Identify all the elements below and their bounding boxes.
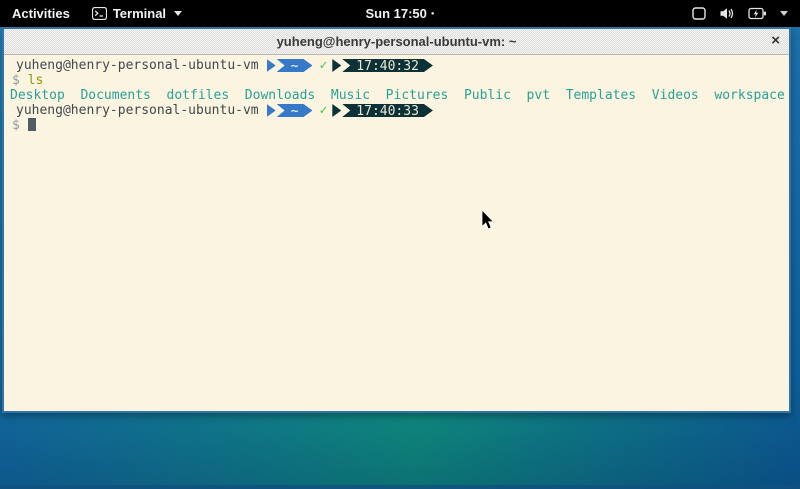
prompt-time-segment: 17:40:32: [342, 59, 433, 72]
prompt-path-segment: ~: [277, 104, 313, 117]
terminal-icon: [92, 7, 107, 20]
app-menu-terminal[interactable]: Terminal: [92, 6, 182, 21]
command-line-2: $: [8, 118, 785, 133]
clock-button[interactable]: Sun 17:50 ●: [365, 6, 434, 21]
terminal-content[interactable]: yuheng@henry-personal-ubuntu-vm ~ ✓ 17:4…: [4, 55, 789, 136]
close-button[interactable]: ×: [771, 31, 780, 51]
exit-status-check-icon: ✓: [319, 58, 327, 73]
text-cursor: [28, 118, 36, 131]
prompt-line-1: yuheng@henry-personal-ubuntu-vm ~ ✓ 17:4…: [8, 58, 785, 73]
notification-dot: ●: [431, 11, 435, 17]
typed-command: ls: [28, 73, 44, 88]
prompt-user-host: yuheng@henry-personal-ubuntu-vm: [16, 58, 259, 73]
window-title: yuheng@henry-personal-ubuntu-vm: ~: [277, 34, 517, 49]
ls-output: Desktop Documents dotfiles Downloads Mus…: [8, 88, 785, 103]
chevron-down-icon: [174, 11, 182, 16]
prompt-symbol: $: [8, 118, 20, 133]
system-status-area[interactable]: [692, 7, 800, 20]
powerline-separator-icon: [267, 104, 276, 117]
screen-share-icon: [692, 7, 706, 20]
volume-icon: [719, 7, 735, 20]
command-line-1: $ ls: [8, 73, 785, 88]
terminal-window: yuheng@henry-personal-ubuntu-vm: ~ × yuh…: [2, 27, 791, 413]
powerline-separator-icon: [332, 59, 341, 72]
clock-label: Sun 17:50: [365, 6, 426, 21]
prompt-symbol: $: [8, 73, 20, 88]
window-titlebar[interactable]: yuheng@henry-personal-ubuntu-vm: ~ ×: [4, 29, 789, 55]
powerline-separator-icon: [332, 104, 341, 117]
screen-bottom-edge: [0, 485, 800, 489]
app-menu-label: Terminal: [113, 6, 166, 21]
prompt-line-2: yuheng@henry-personal-ubuntu-vm ~ ✓ 17:4…: [8, 103, 785, 118]
powerline-separator-icon: [267, 59, 276, 72]
prompt-user-host: yuheng@henry-personal-ubuntu-vm: [16, 103, 259, 118]
prompt-path-segment: ~: [277, 59, 313, 72]
exit-status-check-icon: ✓: [319, 103, 327, 118]
chevron-down-icon: [780, 11, 788, 16]
battery-charging-icon: [748, 7, 767, 20]
prompt-time-segment: 17:40:33: [342, 104, 433, 117]
activities-button[interactable]: Activities: [0, 6, 82, 21]
top-bar: Activities Terminal Sun 17:50 ●: [0, 0, 800, 27]
